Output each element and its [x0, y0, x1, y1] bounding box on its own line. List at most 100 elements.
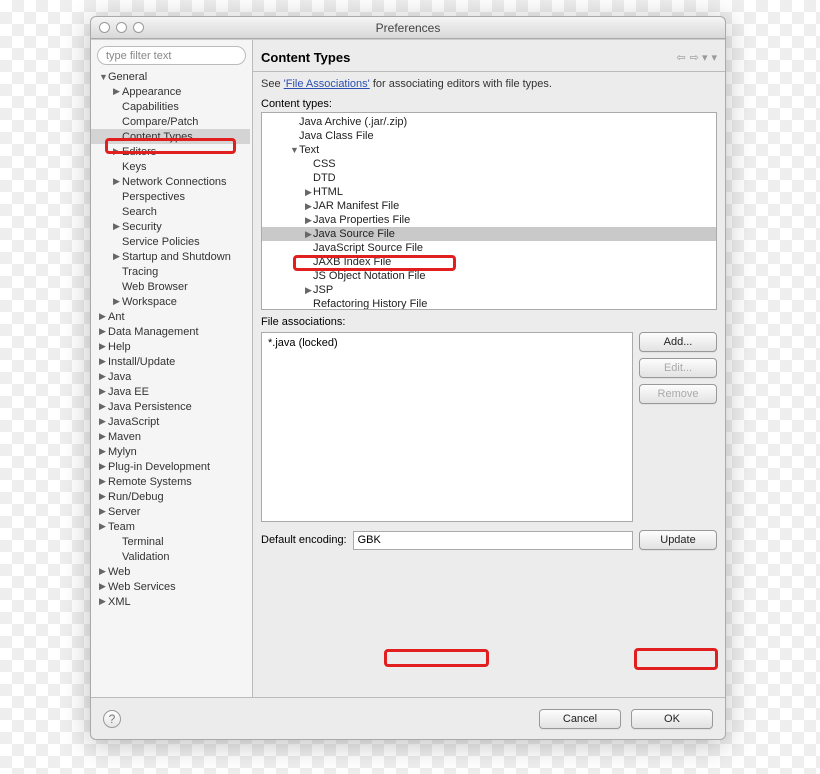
sidebar-item[interactable]: Service Policies	[91, 234, 250, 249]
minimize-icon[interactable]	[116, 22, 127, 33]
sidebar-item[interactable]: ▶Appearance	[91, 84, 250, 99]
sidebar-item-label: Team	[108, 521, 135, 533]
sidebar-item-label: Run/Debug	[108, 491, 164, 503]
tree-item[interactable]: ▶HTML	[262, 185, 716, 199]
zoom-icon[interactable]	[133, 22, 144, 33]
sidebar-item[interactable]: ▶Editors	[91, 144, 250, 159]
forward-icon[interactable]: ⇨ ▾	[690, 51, 708, 64]
chevron-right-icon: ▶	[113, 296, 122, 307]
sidebar-item[interactable]: ▶Network Connections	[91, 174, 250, 189]
sidebar-item[interactable]: Search	[91, 204, 250, 219]
sidebar-item[interactable]: ▶Web	[91, 564, 250, 579]
tree-item[interactable]: ▶JAR Manifest File	[262, 199, 716, 213]
sidebar-item[interactable]: ▶Server	[91, 504, 250, 519]
chevron-right-icon: ▶	[99, 461, 108, 472]
sidebar-item[interactable]: ▶Java Persistence	[91, 399, 250, 414]
close-icon[interactable]	[99, 22, 110, 33]
chevron-down-icon: ▼	[99, 72, 108, 82]
file-associations-link[interactable]: 'File Associations'	[284, 78, 370, 90]
ok-button[interactable]: OK	[631, 709, 713, 729]
cancel-button[interactable]: Cancel	[539, 709, 621, 729]
content-types-tree[interactable]: Java Archive (.jar/.zip)Java Class File▼…	[261, 112, 717, 310]
sidebar-item-label: Web Services	[108, 581, 176, 593]
sidebar-item[interactable]: Capabilities	[91, 99, 250, 114]
sidebar-item[interactable]: ▶Run/Debug	[91, 489, 250, 504]
back-icon[interactable]: ⇦	[676, 51, 685, 64]
sidebar-item[interactable]: ▶Java EE	[91, 384, 250, 399]
sidebar-item[interactable]: ▶Team	[91, 519, 250, 534]
tree-item[interactable]: CSS	[262, 157, 716, 171]
chevron-right-icon: ▶	[99, 431, 108, 442]
sidebar-item-label: Startup and Shutdown	[122, 251, 231, 263]
sidebar-item[interactable]: Keys	[91, 159, 250, 174]
sidebar-item[interactable]: Perspectives	[91, 189, 250, 204]
update-button[interactable]: Update	[639, 530, 717, 550]
filter-input[interactable]: type filter text	[97, 46, 246, 65]
sidebar-item-label: Editors	[122, 146, 156, 158]
tree-item[interactable]: ▶Java Source File	[262, 227, 716, 241]
sidebar-item-label: Search	[122, 206, 157, 218]
list-item[interactable]: *.java (locked)	[268, 337, 626, 349]
tree-item[interactable]: JS Object Notation File	[262, 269, 716, 283]
tree-item[interactable]: JavaScript Source File	[262, 241, 716, 255]
remove-button[interactable]: Remove	[639, 384, 717, 404]
chevron-right-icon: ▶	[99, 446, 108, 457]
sidebar: type filter text ▼General▶Appearance Capa…	[91, 40, 253, 697]
chevron-right-icon: ▶	[99, 596, 108, 607]
sidebar-item-label: Help	[108, 341, 131, 353]
sidebar-item-label: JavaScript	[108, 416, 159, 428]
chevron-right-icon: ▶	[99, 521, 108, 532]
tree-item[interactable]: JAXB Index File	[262, 255, 716, 269]
sidebar-item[interactable]: Validation	[91, 549, 250, 564]
preferences-tree[interactable]: ▼General▶Appearance CapabilitiesCompare/P…	[91, 69, 252, 691]
sidebar-item[interactable]: ▶Security	[91, 219, 250, 234]
encoding-input[interactable]: GBK	[353, 531, 633, 550]
sidebar-item[interactable]: Terminal	[91, 534, 250, 549]
tree-item[interactable]: ▶JSP	[262, 283, 716, 297]
sidebar-item[interactable]: ▶Data Management	[91, 324, 250, 339]
sidebar-item[interactable]: ▶Mylyn	[91, 444, 250, 459]
sidebar-item[interactable]: Tracing	[91, 264, 250, 279]
tree-item[interactable]: Java Class File	[262, 129, 716, 143]
sidebar-item[interactable]: ▶Web Services	[91, 579, 250, 594]
sidebar-item[interactable]: ▶Install/Update	[91, 354, 250, 369]
tree-item[interactable]: DTD	[262, 171, 716, 185]
tree-item[interactable]: ▼Text	[262, 143, 716, 157]
sidebar-item[interactable]: ▶Plug-in Development	[91, 459, 250, 474]
sidebar-item[interactable]: ▶Startup and Shutdown	[91, 249, 250, 264]
chevron-right-icon: ▶	[99, 401, 108, 412]
sidebar-item[interactable]: Compare/Patch	[91, 114, 250, 129]
sidebar-item[interactable]: ▶XML	[91, 594, 250, 609]
sidebar-item-label: Capabilities	[122, 101, 179, 113]
sidebar-item[interactable]: ▶Workspace	[91, 294, 250, 309]
chevron-right-icon: ▶	[304, 201, 313, 212]
sidebar-item[interactable]: ▼General	[91, 69, 250, 84]
tree-item[interactable]: Refactoring History File	[262, 297, 716, 310]
file-associations-list[interactable]: *.java (locked)	[261, 332, 633, 522]
sidebar-item[interactable]: ▶Maven	[91, 429, 250, 444]
sidebar-item[interactable]: ▶Help	[91, 339, 250, 354]
sidebar-item-label: Workspace	[122, 296, 177, 308]
chevron-right-icon: ▶	[99, 416, 108, 427]
sidebar-item-label: Java Persistence	[108, 401, 192, 413]
sidebar-item[interactable]: ▶Java	[91, 369, 250, 384]
help-icon[interactable]: ?	[103, 710, 121, 728]
chevron-right-icon: ▶	[113, 176, 122, 187]
tree-item[interactable]: ▶Java Properties File	[262, 213, 716, 227]
sidebar-item[interactable]: Web Browser	[91, 279, 250, 294]
page-title: Content Types	[261, 50, 350, 65]
sidebar-item-label: Tracing	[122, 266, 158, 278]
edit-button[interactable]: Edit...	[639, 358, 717, 378]
add-button[interactable]: Add...	[639, 332, 717, 352]
sidebar-item-label: Validation	[122, 551, 170, 563]
menu-icon[interactable]: ▾	[711, 51, 717, 64]
chevron-right-icon: ▶	[99, 326, 108, 337]
file-associations-label: File associations:	[261, 316, 717, 328]
sidebar-item-label: Remote Systems	[108, 476, 192, 488]
tree-item[interactable]: Java Archive (.jar/.zip)	[262, 115, 716, 129]
encoding-label: Default encoding:	[261, 534, 347, 546]
sidebar-item[interactable]: Content Types	[91, 129, 250, 144]
sidebar-item[interactable]: ▶Remote Systems	[91, 474, 250, 489]
sidebar-item[interactable]: ▶JavaScript	[91, 414, 250, 429]
sidebar-item[interactable]: ▶Ant	[91, 309, 250, 324]
